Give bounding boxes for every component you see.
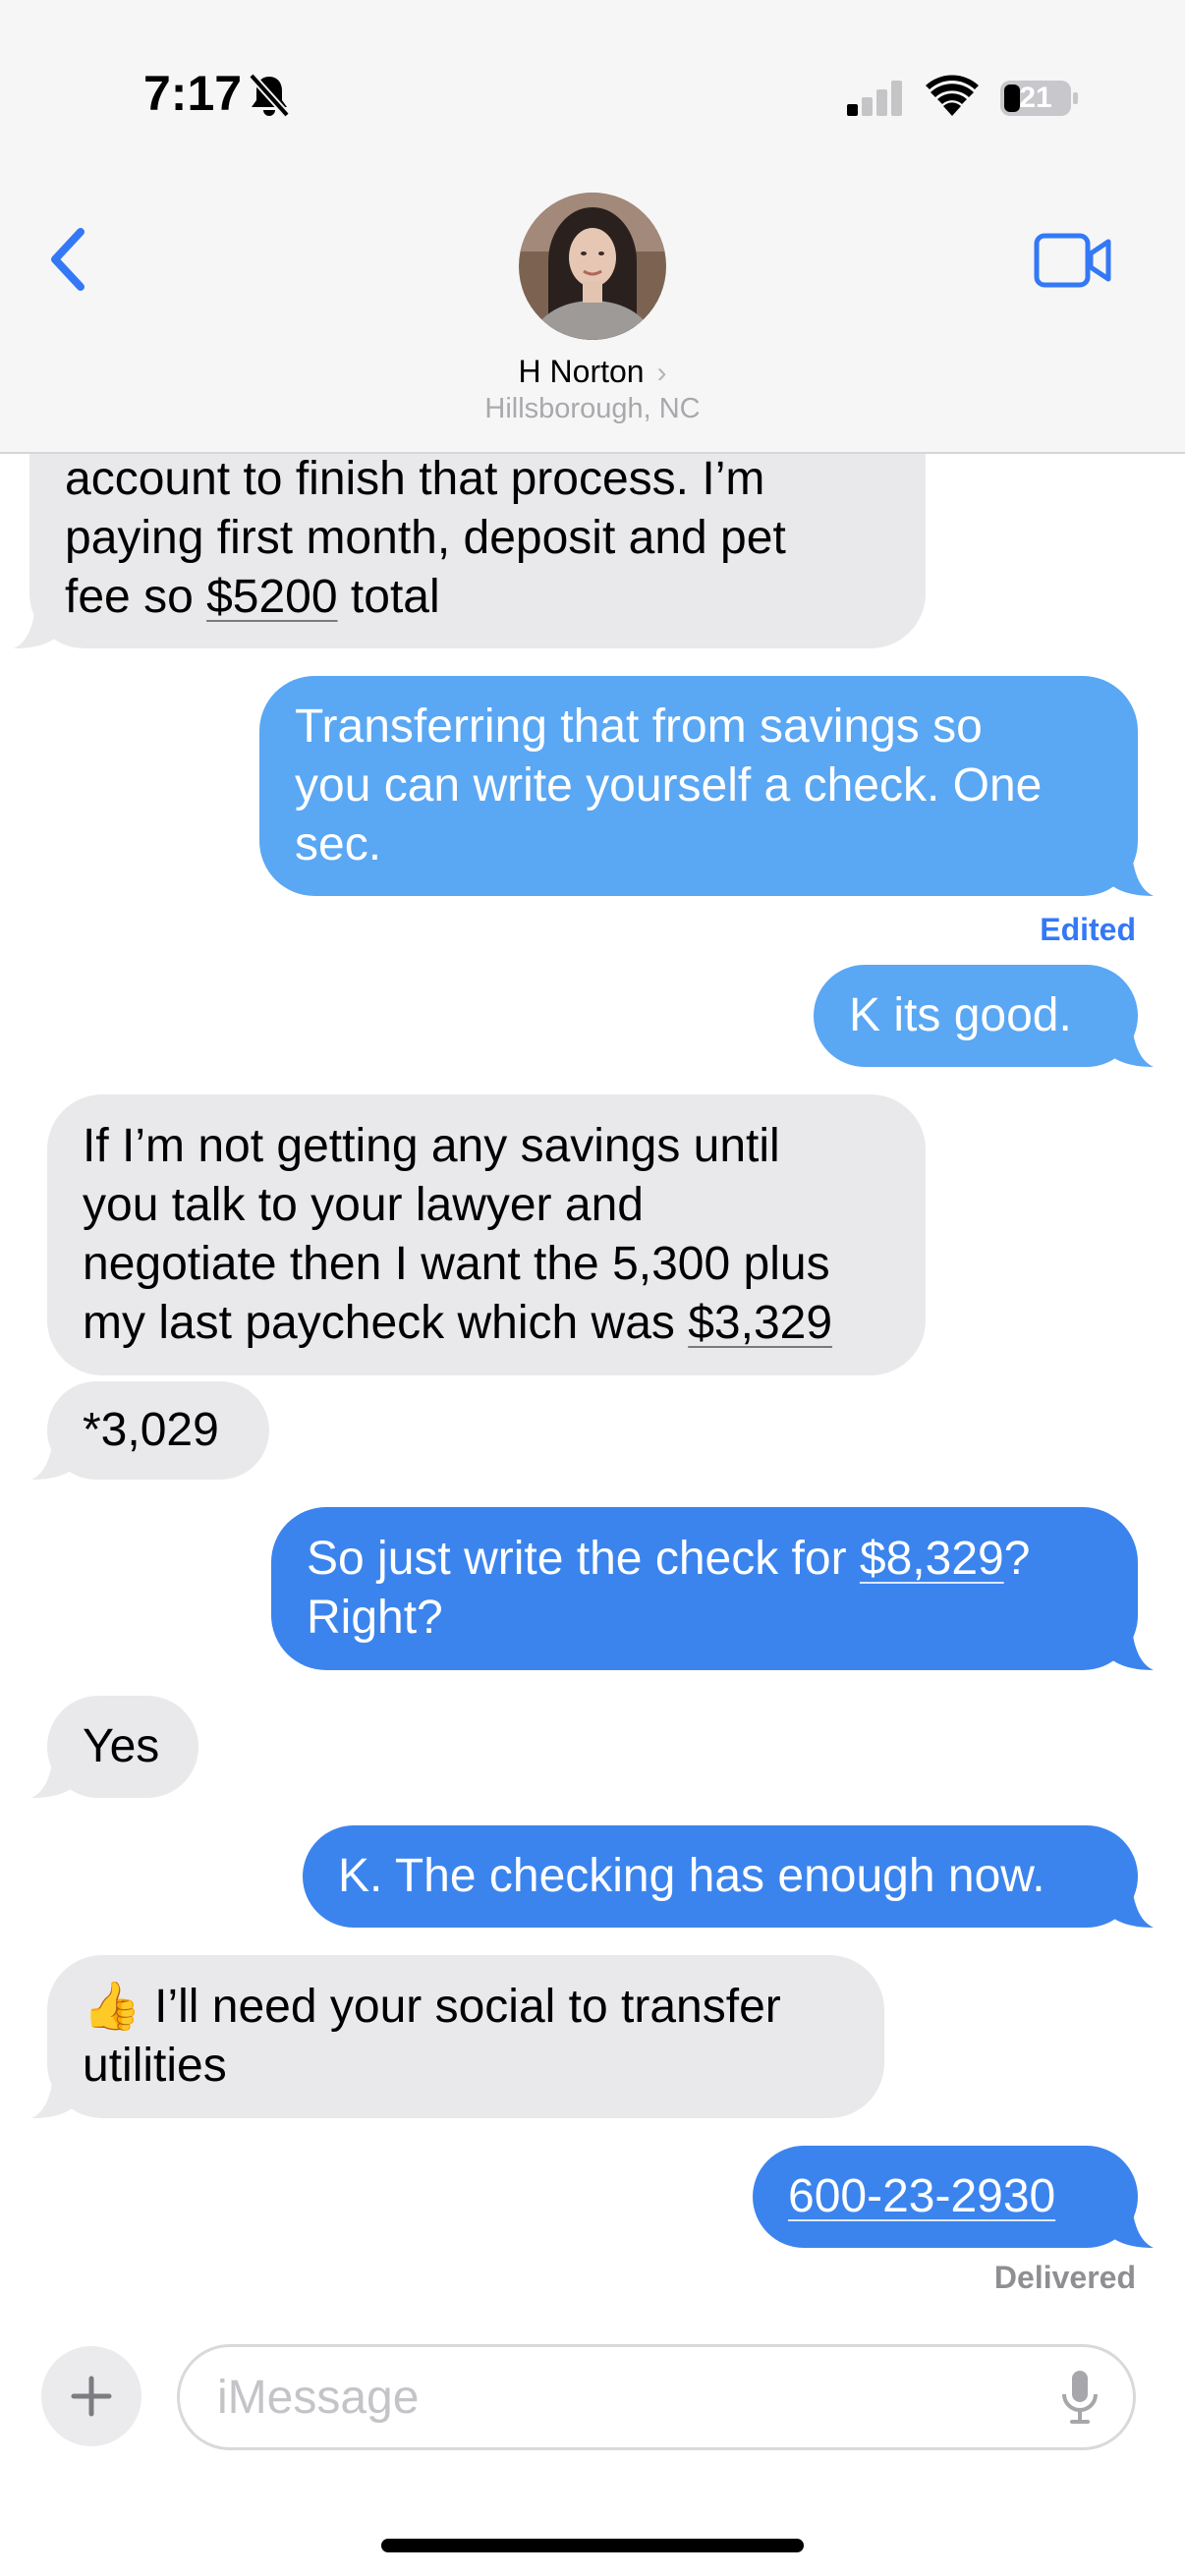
message-text: If I’m not getting any savings until you … [83,1120,833,1349]
message-text: Transferring that from savings so you can… [295,700,1043,870]
plus-icon [71,2376,112,2417]
outgoing-message-bubble[interactable]: K. The checking has enough now. [303,1825,1138,1928]
detected-link[interactable]: 600-23-2930 [788,2170,1055,2222]
contact-location: Hillsborough, NC [484,393,701,424]
message-status: Edited [1040,912,1136,947]
bubble-tail [31,2077,75,2118]
conversation-header: 7:17 21 H Norton › Hillsborough, NC [0,0,1185,454]
detected-link[interactable]: $8,329 [860,1533,1004,1585]
bubble-tail [1110,855,1154,896]
message-text: 600-23-2930 [788,2167,1055,2226]
video-camera-icon[interactable] [1034,232,1112,289]
detected-link[interactable]: $3,329 [688,1297,832,1349]
microphone-icon[interactable] [1060,2369,1100,2426]
incoming-message-bubble[interactable]: *3,029 [47,1381,269,1480]
chevron-right-icon: › [656,357,667,389]
battery-level: 21 [1019,82,1052,114]
message-text: account to finish that process. I’m payin… [65,453,786,623]
message-text: K its good. [849,989,1072,1041]
input-placeholder: iMessage [217,2372,420,2424]
outgoing-message-bubble[interactable]: K its good. [814,965,1138,1067]
detected-link[interactable]: $5200 [206,571,337,623]
bubble-tail [1110,2207,1154,2248]
message-status: Delivered [993,2260,1136,2295]
message-text: 👍 I’ll need your social to transfer utili… [83,1981,781,2092]
bubble-tail [1110,1629,1154,1670]
wifi-icon [926,75,979,116]
message-text: *3,029 [83,1404,219,1456]
battery-icon: 21 [1000,81,1079,116]
bubble-tail [1110,1886,1154,1928]
imessage-input[interactable]: iMessage [177,2344,1136,2450]
back-chevron-icon[interactable] [45,226,90,293]
outgoing-message-bubble[interactable]: So just write the check for $8,329? Right… [271,1507,1138,1670]
message-text: K. The checking has enough now. [338,1850,1045,1902]
bubble-tail [31,1438,75,1480]
bubble-tail [31,1757,75,1798]
outgoing-message-bubble[interactable]: 600-23-2930 [753,2146,1138,2248]
cellular-signal-icon [847,81,902,116]
incoming-message-bubble[interactable]: account to finish that process. I’m payin… [29,432,926,648]
home-indicator[interactable] [381,2539,804,2552]
outgoing-message-bubble[interactable]: Transferring that from savings so you can… [259,676,1138,896]
incoming-message-bubble[interactable]: 👍 I’ll need your social to transfer utili… [47,1955,884,2118]
contact-name[interactable]: H Norton › [0,354,1185,390]
contact-avatar[interactable] [519,193,666,340]
bubble-tail [14,607,57,648]
message-text: So just write the check for $8,329? Right… [307,1533,1031,1644]
status-time: 7:17 [143,66,243,121]
apps-plus-button[interactable] [41,2346,141,2446]
message-text: Yes [83,1720,160,1772]
incoming-message-bubble[interactable]: If I’m not getting any savings until you … [47,1094,926,1375]
bell-slash-icon [249,73,290,118]
bubble-tail [1110,1026,1154,1067]
